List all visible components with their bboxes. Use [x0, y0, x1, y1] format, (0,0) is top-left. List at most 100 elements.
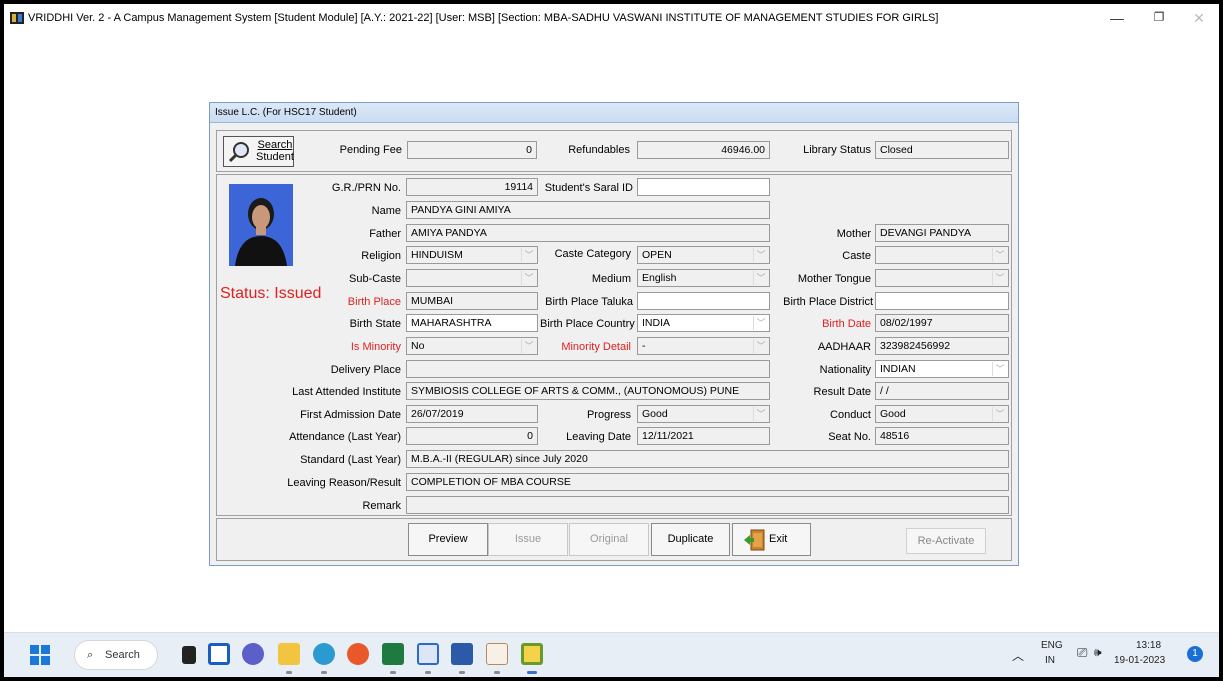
religion-select[interactable]: HINDUISM ﹀	[406, 246, 538, 264]
edge-icon[interactable]	[313, 643, 335, 665]
student-photo	[229, 184, 293, 266]
restore-button[interactable]: ❐	[1149, 10, 1169, 24]
search-student-label: Search Student	[256, 139, 294, 163]
birth-district-label: Birth Place District	[783, 296, 873, 308]
sub-caste-label: Sub-Caste	[349, 273, 401, 285]
dialog-title: Issue L.C. (For HSC17 Student)	[210, 103, 1018, 123]
minority-detail-select[interactable]: - ﹀	[637, 337, 770, 355]
exit-door-icon	[744, 529, 765, 551]
running-indicator	[425, 671, 431, 674]
caste-category-value: OPEN	[642, 249, 672, 261]
clock-date[interactable]: 19-01-2023	[1114, 655, 1165, 666]
standard-label: Standard (Last Year)	[300, 454, 401, 466]
gr-prn-label: G.R./PRN No.	[331, 182, 401, 194]
delivery-place-field	[406, 360, 770, 378]
attendance-label: Attendance (Last Year)	[289, 431, 401, 443]
minimize-button[interactable]: —	[1107, 10, 1127, 26]
reactivate-button[interactable]: Re-Activate	[906, 528, 986, 554]
issue-button[interactable]: Issue	[488, 523, 568, 556]
birth-country-label: Birth Place Country	[540, 318, 635, 330]
birth-country-value: INDIA	[642, 317, 671, 329]
close-button[interactable]: ✕	[1189, 10, 1209, 27]
saral-id-label: Student's Saral ID	[544, 182, 633, 194]
chevron-down-icon: ﹀	[992, 248, 1007, 262]
clock-time[interactable]: 13:18	[1136, 640, 1161, 651]
seat-no-label: Seat No.	[828, 431, 871, 443]
leaving-date-label: Leaving Date	[566, 431, 631, 443]
widgets-icon[interactable]	[208, 643, 230, 665]
birth-state-input[interactable]: MAHARASHTRA	[406, 314, 538, 332]
birth-place-label: Birth Place	[347, 296, 401, 308]
name-field: PANDYA GINI AMIYA	[406, 201, 770, 219]
religion-value: HINDUISM	[411, 249, 463, 261]
file-explorer-icon[interactable]	[278, 643, 300, 665]
mother-field: DEVANGI PANDYA	[875, 224, 1009, 242]
conduct-select[interactable]: Good ﹀	[875, 405, 1009, 423]
pending-fee-field: 0	[407, 141, 537, 159]
firefox-icon[interactable]	[347, 643, 369, 665]
standard-field: M.B.A.-II (REGULAR) since July 2020	[406, 450, 1009, 468]
document-app-icon[interactable]	[486, 643, 508, 665]
chat-icon[interactable]	[242, 643, 264, 665]
exit-button[interactable]: Exit	[732, 523, 811, 556]
student-photo-image	[229, 184, 293, 266]
birth-taluka-input[interactable]	[637, 292, 770, 310]
medium-select[interactable]: English ﹀	[637, 269, 770, 287]
caste-select[interactable]: ﹀	[875, 246, 1009, 264]
running-indicator	[459, 671, 465, 674]
search-label-line1: Search	[257, 139, 293, 151]
birth-district-input[interactable]	[875, 292, 1009, 310]
taskbar-search[interactable]: ⌕ Search	[74, 640, 158, 670]
word-icon[interactable]	[451, 643, 473, 665]
name-label: Name	[371, 205, 401, 217]
chevron-up-icon[interactable]: ︿	[1012, 647, 1024, 664]
chevron-down-icon: ﹀	[521, 248, 536, 262]
chevron-down-icon: ﹀	[753, 248, 768, 262]
gr-prn-field: 19114	[406, 178, 538, 196]
father-field: AMIYA PANDYA	[406, 224, 770, 242]
running-indicator	[494, 671, 500, 674]
remark-label: Remark	[362, 500, 401, 512]
birth-place-field: MUMBAI	[406, 292, 538, 310]
refundables-field: 46946.00	[637, 141, 770, 159]
leaving-reason-label: Leaving Reason/Result	[287, 477, 401, 489]
original-button[interactable]: Original	[569, 523, 649, 556]
notification-badge[interactable]: 1	[1187, 646, 1203, 662]
chevron-down-icon: ﹀	[992, 362, 1007, 376]
aadhaar-label: AADHAAR	[817, 341, 871, 353]
task-view-icon[interactable]	[182, 646, 196, 664]
language-line1[interactable]: ENG	[1041, 640, 1063, 651]
chevron-down-icon: ﹀	[992, 271, 1007, 285]
progress-value: Good	[642, 408, 668, 420]
chevron-down-icon: ﹀	[753, 271, 768, 285]
minority-detail-label: Minority Detail	[561, 341, 631, 353]
conduct-value: Good	[880, 408, 906, 420]
medium-label: Medium	[591, 273, 631, 285]
search-student-button[interactable]: Search Student	[223, 136, 294, 167]
active-indicator	[527, 671, 537, 674]
windows-start-icon[interactable]	[30, 645, 50, 665]
result-date-label: Result Date	[813, 386, 871, 398]
is-minority-value: No	[411, 340, 425, 352]
last-institute-field: SYMBIOSIS COLLEGE OF ARTS & COMM., (AUTO…	[406, 382, 770, 400]
volume-icon[interactable]: 🕪	[1094, 645, 1102, 660]
birth-country-select[interactable]: INDIA ﹀	[637, 314, 770, 332]
language-line2[interactable]: IN	[1045, 655, 1055, 666]
caste-category-select[interactable]: OPEN ﹀	[637, 246, 770, 264]
preview-button[interactable]: Preview	[408, 523, 488, 556]
notepad-icon[interactable]	[417, 643, 439, 665]
nationality-select[interactable]: INDIAN ﹀	[875, 360, 1009, 378]
vriddhi-app-icon[interactable]	[521, 643, 543, 665]
mother-tongue-select[interactable]: ﹀	[875, 269, 1009, 287]
saral-id-input[interactable]	[637, 178, 770, 196]
window-title: VRIDDHI Ver. 2 - A Campus Management Sys…	[28, 12, 939, 24]
excel-icon[interactable]	[382, 643, 404, 665]
sub-caste-select[interactable]: ﹀	[406, 269, 538, 287]
network-icon[interactable]: ⎚	[1077, 645, 1087, 661]
first-admission-field: 26/07/2019	[406, 405, 538, 423]
duplicate-button[interactable]: Duplicate	[651, 523, 730, 556]
chevron-down-icon: ﹀	[753, 407, 768, 421]
running-indicator	[286, 671, 292, 674]
is-minority-select[interactable]: No ﹀	[406, 337, 538, 355]
progress-select[interactable]: Good ﹀	[637, 405, 770, 423]
